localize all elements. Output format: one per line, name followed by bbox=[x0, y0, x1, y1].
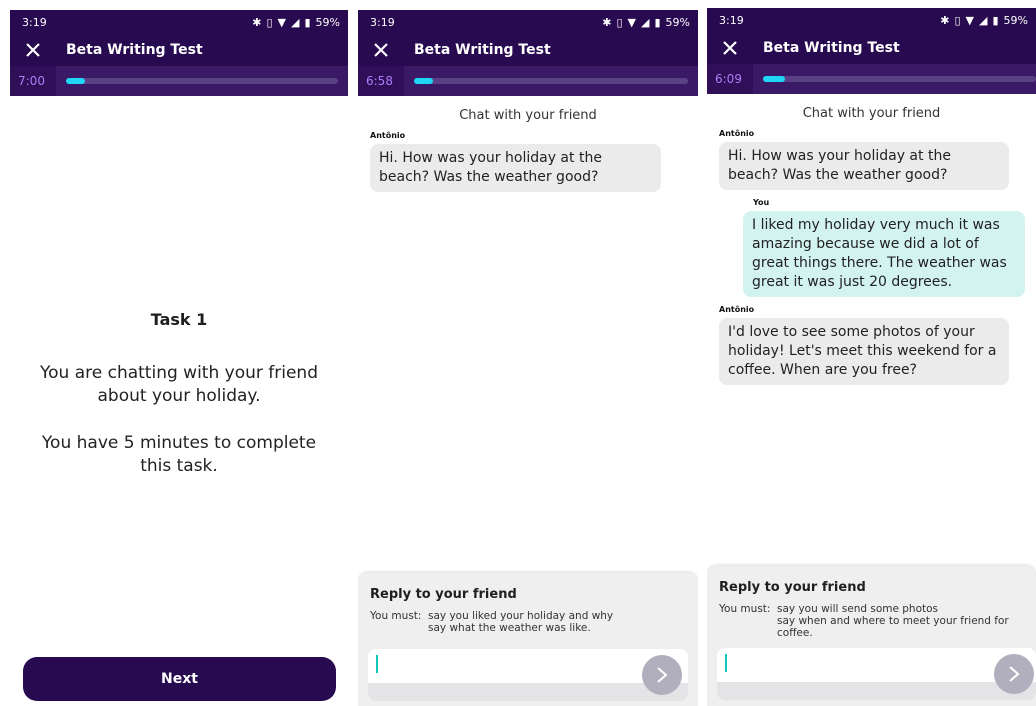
friend-name: Antônio bbox=[719, 305, 755, 314]
text-caret bbox=[725, 654, 727, 672]
wifi-icon: ▼ bbox=[277, 15, 287, 29]
friend-name: Antônio bbox=[719, 129, 755, 138]
close-icon bbox=[26, 43, 40, 57]
close-button[interactable] bbox=[719, 37, 741, 59]
timer-bar: 6:09 bbox=[707, 64, 1036, 94]
app-title: Beta Writing Test bbox=[414, 42, 551, 58]
battery-level: 59% bbox=[665, 15, 690, 29]
reply-instructions: You must: say you liked your holiday and… bbox=[370, 610, 686, 634]
battery-level: 59% bbox=[1003, 13, 1028, 27]
instruction-item: say what the weather was like. bbox=[428, 622, 591, 634]
signal-icon: ◢ bbox=[291, 15, 300, 29]
status-time: 3:19 bbox=[719, 13, 744, 27]
friend-message: Hi. How was your holiday at the beach? W… bbox=[719, 142, 1009, 190]
status-bar: 3:19 ✱ ▯ ▼ ◢ ▮ 59% bbox=[10, 10, 348, 34]
reply-panel: Reply to your friend You must: say you l… bbox=[358, 573, 698, 706]
next-button[interactable]: Next bbox=[23, 657, 336, 701]
screen-chat-reply: 3:19 ✱ ▯ ▼ ◢ ▮ 59% Beta Writing Test 6:0… bbox=[707, 8, 1036, 706]
vibrate-icon: ▯ bbox=[616, 15, 623, 29]
instruction-item: say when and where to meet your friend f… bbox=[777, 615, 1009, 639]
signal-icon: ◢ bbox=[641, 15, 650, 29]
wifi-icon: ▼ bbox=[965, 13, 975, 27]
timer: 6:58 bbox=[358, 66, 404, 96]
send-button[interactable] bbox=[642, 655, 682, 695]
chat-header: Chat with your friend bbox=[459, 108, 597, 123]
bluetooth-icon: ✱ bbox=[252, 15, 262, 29]
task-title: Task 1 bbox=[150, 310, 208, 329]
status-time: 3:19 bbox=[370, 15, 395, 29]
reply-input[interactable] bbox=[717, 648, 1036, 700]
chevron-right-icon bbox=[657, 667, 668, 683]
progress-track bbox=[763, 76, 1036, 82]
friend-message: I'd love to see some photos of your holi… bbox=[719, 318, 1009, 385]
reply-panel: Reply to your friend You must: say you w… bbox=[707, 566, 1036, 706]
vibrate-icon: ▯ bbox=[954, 13, 961, 27]
status-bar: 3:19 ✱ ▯ ▼ ◢ ▮ 59% bbox=[358, 10, 698, 34]
status-bar: 3:19 ✱ ▯ ▼ ◢ ▮ 59% bbox=[707, 8, 1036, 32]
close-icon bbox=[374, 43, 388, 57]
text-caret bbox=[376, 655, 378, 673]
reply-title: Reply to your friend bbox=[719, 580, 866, 595]
progress-fill bbox=[414, 78, 434, 84]
bluetooth-icon: ✱ bbox=[602, 15, 612, 29]
battery-icon: ▮ bbox=[304, 15, 311, 29]
timer-bar: 7:00 bbox=[10, 66, 348, 96]
progress-track bbox=[66, 78, 338, 84]
app-bar: Beta Writing Test bbox=[707, 32, 1036, 64]
friend-name: Antônio bbox=[370, 131, 406, 140]
progress-fill bbox=[66, 78, 86, 84]
close-button[interactable] bbox=[22, 39, 44, 61]
reply-input[interactable] bbox=[368, 649, 688, 701]
signal-icon: ◢ bbox=[979, 13, 988, 27]
instruction-item: say you liked your holiday and why bbox=[428, 610, 614, 622]
timer-bar: 6:58 bbox=[358, 66, 698, 96]
wifi-icon: ▼ bbox=[627, 15, 637, 29]
task-description: You are chatting with your friend about … bbox=[40, 363, 318, 406]
you-name: You bbox=[753, 198, 770, 207]
friend-message: Hi. How was your holiday at the beach? W… bbox=[370, 144, 661, 192]
your-message: I liked my holiday very much it was amaz… bbox=[743, 211, 1025, 297]
battery-icon: ▮ bbox=[992, 13, 999, 27]
reply-instructions: You must: say you will send some photos … bbox=[719, 603, 1024, 639]
must-label: You must: bbox=[719, 603, 771, 615]
screen-task-intro: 3:19 ✱ ▯ ▼ ◢ ▮ 59% Beta Writing Test 7:0… bbox=[10, 10, 348, 706]
app-title: Beta Writing Test bbox=[66, 42, 203, 58]
bluetooth-icon: ✱ bbox=[940, 13, 950, 27]
chevron-right-icon bbox=[1009, 666, 1020, 682]
send-button[interactable] bbox=[994, 654, 1034, 694]
chat-header: Chat with your friend bbox=[802, 106, 941, 121]
timer: 7:00 bbox=[10, 66, 56, 96]
must-label: You must: bbox=[370, 610, 422, 622]
progress-track bbox=[414, 78, 688, 84]
battery-level: 59% bbox=[315, 15, 340, 29]
screen-chat-start: 3:19 ✱ ▯ ▼ ◢ ▮ 59% Beta Writing Test 6:5… bbox=[358, 10, 698, 706]
timer: 6:09 bbox=[707, 64, 753, 94]
close-icon bbox=[723, 41, 737, 55]
status-time: 3:19 bbox=[22, 15, 47, 29]
app-bar: Beta Writing Test bbox=[10, 34, 348, 66]
vibrate-icon: ▯ bbox=[266, 15, 273, 29]
progress-fill bbox=[763, 76, 785, 82]
reply-title: Reply to your friend bbox=[370, 587, 517, 602]
battery-icon: ▮ bbox=[654, 15, 661, 29]
app-bar: Beta Writing Test bbox=[358, 34, 698, 66]
task-time-limit: You have 5 minutes to complete this task… bbox=[41, 433, 317, 476]
close-button[interactable] bbox=[370, 39, 392, 61]
instruction-item: say you will send some photos bbox=[777, 603, 939, 615]
app-title: Beta Writing Test bbox=[763, 40, 900, 56]
